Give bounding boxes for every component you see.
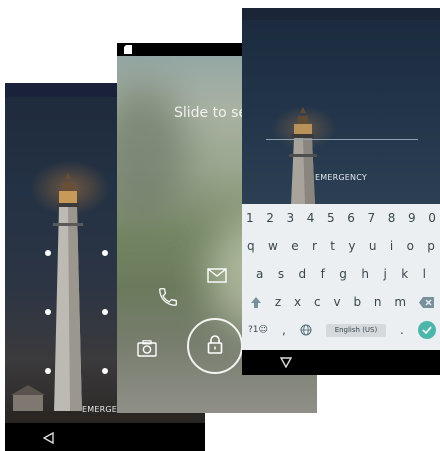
backspace-icon[interactable] [418,296,434,308]
pattern-dot-1[interactable] [45,250,51,256]
symbols-key[interactable]: ?1☺ [248,325,268,335]
back-icon[interactable] [43,432,54,444]
key-c[interactable]: c [314,295,321,309]
middle-letter-row: a s d f g h j k l [242,267,440,281]
key-f[interactable]: f [321,267,325,281]
sim-card-icon [124,45,132,54]
key-5[interactable]: 5 [327,211,335,225]
pattern-dot-6[interactable] [102,368,108,374]
key-n[interactable]: n [374,295,382,309]
pattern-dot-5[interactable] [45,368,51,374]
key-9[interactable]: 9 [408,211,416,225]
status-bar [242,8,440,20]
key-b[interactable]: b [353,295,361,309]
comma-key[interactable]: , [282,323,286,337]
shift-icon[interactable] [250,296,262,309]
pattern-dot-3[interactable] [45,309,51,315]
key-y[interactable]: y [348,239,355,253]
key-7[interactable]: 7 [368,211,376,225]
enter-button[interactable] [417,321,436,339]
key-m[interactable]: m [394,295,406,309]
key-x[interactable]: x [294,295,301,309]
password-lock-screen: EMERGENCY 1 2 3 4 5 6 7 8 9 0 q w e r t … [242,8,440,375]
key-g[interactable]: g [339,267,347,281]
key-8[interactable]: 8 [388,211,396,225]
key-q[interactable]: q [247,239,255,253]
key-j[interactable]: j [383,267,386,281]
phone-icon[interactable] [157,286,179,308]
navigation-bar [5,423,205,451]
pattern-dot-4[interactable] [102,309,108,315]
navigation-bar [242,350,440,375]
key-u[interactable]: u [369,239,377,253]
top-letter-row: q w e r t y u i o p [242,239,440,253]
bottom-letter-row: z x c v b n m [242,295,440,309]
period-key[interactable]: . [400,323,404,337]
globe-icon[interactable] [300,324,312,336]
key-i[interactable]: i [390,239,393,253]
key-t[interactable]: t [330,239,335,253]
key-h[interactable]: h [361,267,369,281]
key-a[interactable]: a [256,267,263,281]
key-4[interactable]: 4 [307,211,315,225]
key-2[interactable]: 2 [266,211,274,225]
pattern-dot-2[interactable] [102,250,108,256]
blurred-background [117,83,187,223]
key-r[interactable]: r [312,239,317,253]
key-3[interactable]: 3 [287,211,295,225]
on-screen-keyboard: 1 2 3 4 5 6 7 8 9 0 q w e r t y u i o p … [242,204,440,350]
lock-icon [207,335,223,354]
key-v[interactable]: v [333,295,340,309]
key-0[interactable]: 0 [428,211,436,225]
emergency-call-button[interactable]: EMERGENCY [242,173,440,182]
camera-icon[interactable] [137,340,157,357]
key-1[interactable]: 1 [246,211,254,225]
email-icon[interactable] [207,268,227,283]
function-row: ?1☺ , English (US) . [242,321,440,339]
key-z[interactable]: z [275,295,281,309]
password-input[interactable] [266,139,418,140]
key-w[interactable]: w [268,239,278,253]
key-e[interactable]: e [291,239,298,253]
key-l[interactable]: l [423,267,426,281]
unlock-handle[interactable] [187,318,243,374]
number-row: 1 2 3 4 5 6 7 8 9 0 [242,211,440,225]
space-bar[interactable]: English (US) [325,323,386,337]
key-6[interactable]: 6 [347,211,355,225]
key-d[interactable]: d [299,267,307,281]
checkmark-icon [422,326,432,334]
key-s[interactable]: s [278,267,284,281]
hide-keyboard-icon[interactable] [280,357,292,368]
key-p[interactable]: p [427,239,435,253]
key-k[interactable]: k [401,267,408,281]
key-o[interactable]: o [407,239,414,253]
